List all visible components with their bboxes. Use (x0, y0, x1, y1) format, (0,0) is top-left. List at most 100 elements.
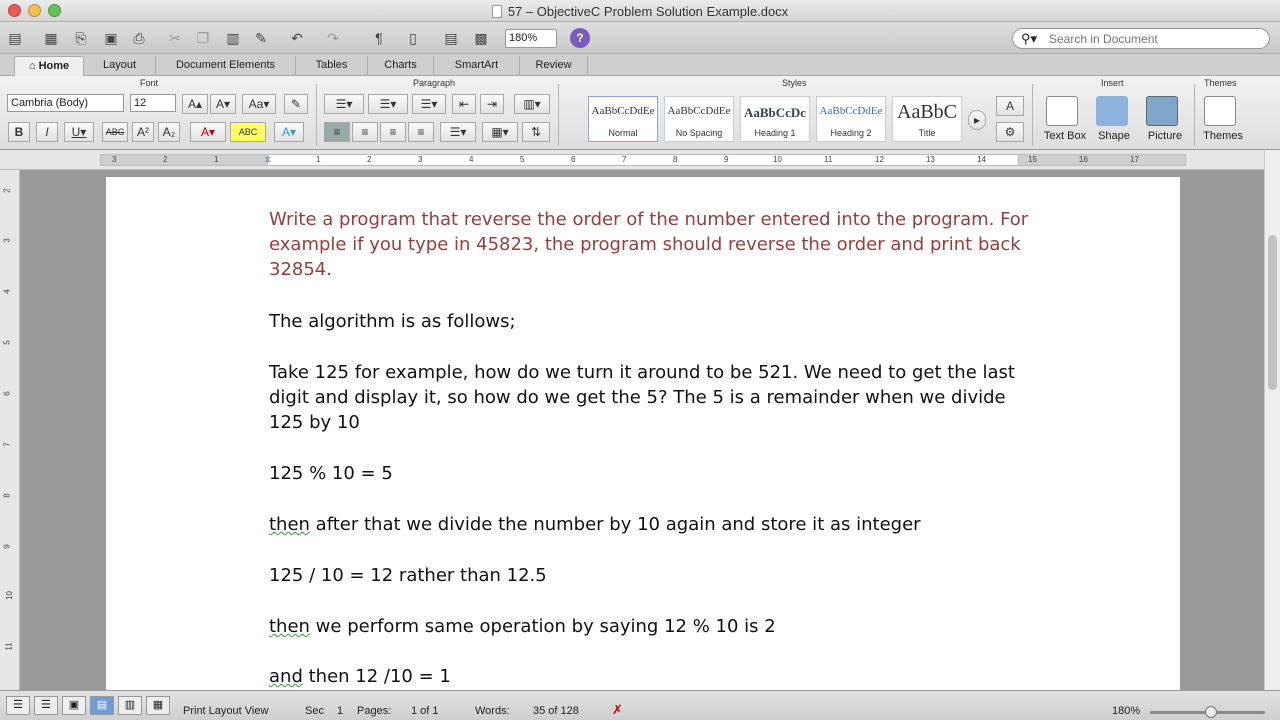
multilevel-list-icon[interactable]: ☰▾ (412, 94, 446, 114)
decrease-indent-icon[interactable]: ⇤ (452, 94, 476, 114)
justify-icon[interactable]: ≡ (408, 122, 434, 142)
font-name-select[interactable]: Cambria (Body) (7, 94, 124, 112)
paragraph[interactable]: The algorithm is as follows; (269, 309, 1029, 334)
text-box-icon[interactable] (1046, 96, 1078, 126)
clear-formatting-icon[interactable]: ✎ (284, 94, 308, 114)
strikethrough-button[interactable]: ABC (102, 122, 128, 142)
cut-icon[interactable]: ✂ (164, 27, 186, 49)
zoom-slider-handle[interactable] (1205, 706, 1217, 718)
style-heading-1[interactable]: AaBbCcDc Heading 1 (740, 96, 810, 142)
paragraph[interactable]: 125 % 10 = 5 (269, 461, 1029, 486)
style-title[interactable]: AaBbC Title (892, 96, 962, 142)
view-label: Print Layout View (183, 705, 269, 717)
sidebar-icon[interactable]: ▯ (402, 27, 424, 49)
tab-review[interactable]: Review (520, 56, 588, 76)
style-heading-2[interactable]: AaBbCcDdEe Heading 2 (816, 96, 886, 142)
italic-button[interactable]: I (36, 122, 58, 142)
tab-document-elements[interactable]: Document Elements (156, 56, 296, 76)
shrink-font-icon[interactable]: A▾ (210, 94, 236, 114)
picture-button[interactable]: Picture (1144, 130, 1186, 142)
redo-icon[interactable]: ↷ (322, 27, 344, 49)
style-normal[interactable]: AaBbCcDdEe Normal (588, 96, 658, 142)
tab-smartart[interactable]: SmartArt (434, 56, 520, 76)
subscript-button[interactable]: A₂ (158, 122, 180, 142)
paste-icon[interactable]: ▥ (222, 27, 244, 49)
help-icon[interactable]: ? (570, 28, 590, 48)
sort-icon[interactable]: ⇅ (522, 122, 550, 142)
toolbox-icon[interactable]: ▩ (470, 27, 492, 49)
vertical-ruler[interactable]: 2 3 4 5 6 7 8 9 10 11 (0, 170, 20, 690)
tab-home[interactable]: ⌂ Home (14, 56, 84, 76)
underline-button[interactable]: U▾ (64, 122, 94, 142)
indent-marker-icon[interactable]: ⧖ (265, 155, 271, 165)
paragraph[interactable]: then we perform same operation by saying… (269, 614, 1029, 639)
document-canvas[interactable]: Write a program that reverse the order o… (20, 170, 1264, 697)
words-value[interactable]: 35 of 128 (533, 705, 579, 717)
tab-tables[interactable]: Tables (296, 56, 368, 76)
vertical-scrollbar[interactable] (1264, 150, 1280, 690)
notebook-view-button[interactable]: ▥ (118, 696, 142, 715)
document-page[interactable]: Write a program that reverse the order o… (106, 177, 1180, 697)
paragraph[interactable]: 125 / 10 = 12 rather than 12.5 (269, 563, 1029, 588)
shape-button[interactable]: Shape (1094, 130, 1134, 142)
themes-icon[interactable] (1204, 96, 1236, 126)
gallery-icon[interactable]: ▤ (440, 27, 462, 49)
borders-icon[interactable]: ▦▾ (482, 122, 518, 142)
tab-charts[interactable]: Charts (368, 56, 434, 76)
print-icon[interactable]: ⎙ (128, 27, 150, 49)
manage-styles-icon[interactable]: ⚙ (996, 122, 1024, 142)
numbering-icon[interactable]: ☰▾ (368, 94, 408, 114)
paragraph[interactable]: Take 125 for example, how do we turn it … (269, 360, 1029, 435)
shape-icon[interactable] (1096, 96, 1128, 126)
pages-label: Pages: (357, 705, 392, 717)
paragraph[interactable]: then after that we divide the number by … (269, 512, 1029, 537)
increase-indent-icon[interactable]: ⇥ (480, 94, 504, 114)
zoom-select[interactable]: 180% (505, 29, 557, 48)
themes-button[interactable]: Themes (1200, 130, 1246, 142)
align-center-icon[interactable]: ≡ (352, 122, 378, 142)
format-painter-icon[interactable]: ✎ (250, 27, 272, 49)
font-size-select[interactable]: 12 (130, 94, 176, 112)
status-bar: ☰ ☰ ▣ ▤ ▥ ▦ Print Layout View Sec 1 Page… (0, 690, 1280, 720)
full-screen-view-button[interactable]: ▦ (146, 696, 170, 715)
new-document-icon[interactable]: ▤ (4, 27, 26, 49)
print-layout-view-button[interactable]: ▤ (90, 696, 114, 715)
show-formatting-icon[interactable]: ¶ (368, 27, 390, 49)
prompt-paragraph[interactable]: Write a program that reverse the order o… (269, 207, 1029, 282)
search-input[interactable] (1049, 30, 1264, 48)
draft-view-button[interactable]: ☰ (6, 696, 30, 715)
save-icon[interactable]: ▣ (100, 27, 122, 49)
style-no-spacing[interactable]: AaBbCcDdEe No Spacing (664, 96, 734, 142)
styles-pane-icon[interactable]: A (996, 96, 1024, 116)
highlight-icon[interactable]: ABC (230, 122, 266, 142)
open-icon[interactable]: ⎘ (70, 27, 92, 49)
line-spacing-icon[interactable]: ☰▾ (440, 122, 476, 142)
search-field[interactable]: ⚲▾ (1012, 28, 1270, 49)
styles-next-icon[interactable]: ▸ (968, 110, 986, 130)
text-effects-icon[interactable]: A▾ (274, 122, 304, 142)
align-left-icon[interactable]: ≡ (324, 122, 350, 142)
paragraph[interactable]: and then 12 /10 = 1 (269, 664, 1029, 689)
templates-icon[interactable]: ▦ (40, 27, 62, 49)
undo-icon[interactable]: ↶ (286, 27, 308, 49)
search-icon[interactable]: ⚲▾ (1021, 31, 1037, 47)
publishing-view-button[interactable]: ▣ (62, 696, 86, 715)
bold-button[interactable]: B (8, 122, 30, 142)
themes-group-label: Themes (1204, 78, 1237, 88)
copy-icon[interactable]: ❐ (192, 27, 214, 49)
bullets-icon[interactable]: ☰▾ (324, 94, 364, 114)
picture-icon[interactable] (1146, 96, 1178, 126)
paragraph-group-label: Paragraph (413, 78, 456, 88)
text-box-button[interactable]: Text Box (1042, 130, 1088, 142)
tab-layout[interactable]: Layout (84, 56, 156, 76)
font-color-icon[interactable]: A▾ (190, 122, 226, 142)
grow-font-icon[interactable]: A▴ (182, 94, 208, 114)
horizontal-ruler[interactable]: 3 2 1 ⧖ 1 2 3 4 5 6 7 8 9 10 11 12 13 14… (0, 150, 1280, 170)
superscript-button[interactable]: A² (132, 122, 154, 142)
change-case-icon[interactable]: Aa▾ (242, 94, 276, 114)
outline-view-button[interactable]: ☰ (34, 696, 58, 715)
spelling-status-icon[interactable]: ✗ (612, 702, 623, 718)
align-right-icon[interactable]: ≡ (380, 122, 406, 142)
columns-icon[interactable]: ▥▾ (514, 94, 550, 114)
scrollbar-thumb[interactable] (1268, 235, 1277, 390)
